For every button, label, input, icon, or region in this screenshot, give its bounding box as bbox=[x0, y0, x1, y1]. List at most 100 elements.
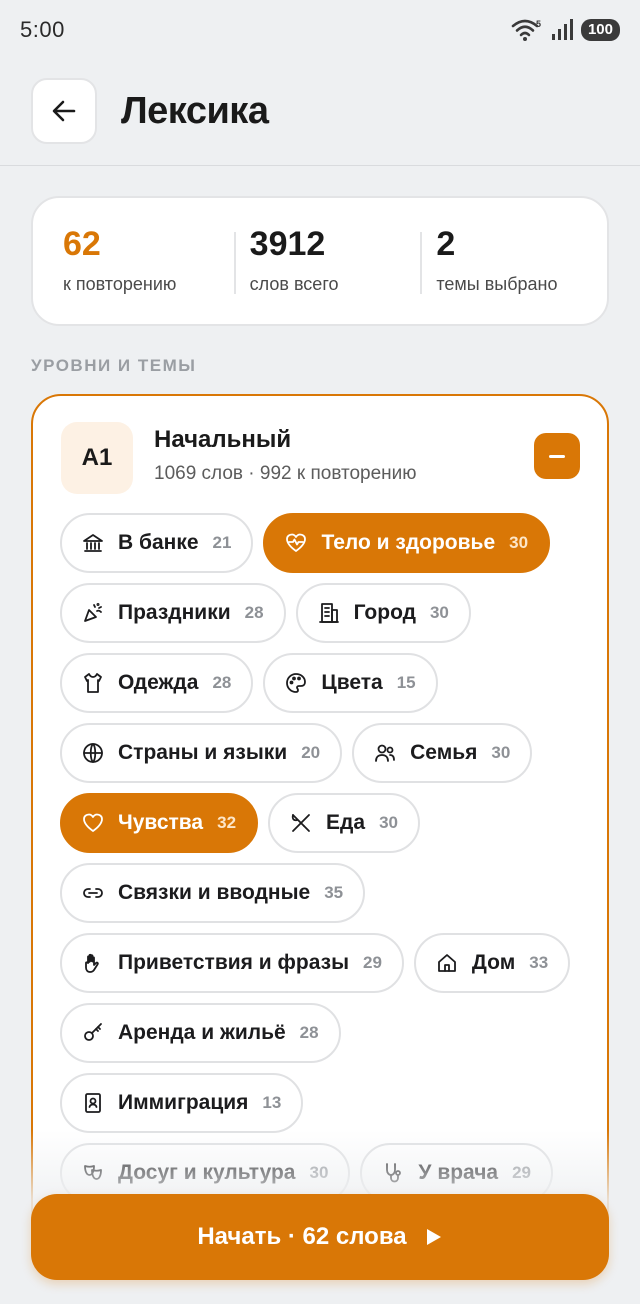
arrow-left-icon bbox=[52, 100, 76, 122]
topic-count: 32 bbox=[217, 813, 237, 832]
topic-count: 28 bbox=[212, 673, 232, 692]
topic-row: Аренда и жильё 28 bbox=[60, 1003, 590, 1063]
topic-chip-heart-pulse[interactable]: Тело и здоровье 30 bbox=[263, 513, 551, 573]
topic-chip-users[interactable]: Семья 30 bbox=[352, 723, 533, 783]
topic-label: Досуг и культура bbox=[118, 1161, 296, 1184]
collapse-button[interactable] bbox=[534, 433, 580, 479]
topic-count: 15 bbox=[396, 673, 416, 692]
topic-chip-hand[interactable]: Приветствия и фразы 29 bbox=[60, 933, 404, 993]
start-button-label: Начать · 62 слова bbox=[197, 1223, 407, 1250]
topic-chip-home[interactable]: Дом 33 bbox=[413, 933, 571, 993]
wifi-badge: 5 bbox=[536, 19, 541, 29]
topic-label: Праздники bbox=[118, 601, 231, 624]
minus-icon bbox=[549, 454, 565, 458]
topic-chip-building[interactable]: Город 30 bbox=[295, 583, 471, 643]
topic-label: Еда bbox=[326, 811, 366, 834]
shirt-icon bbox=[80, 670, 106, 696]
status-bar: 5:00 5 100 bbox=[0, 0, 640, 60]
topic-label: Семья bbox=[410, 741, 478, 764]
globe-icon bbox=[80, 740, 106, 766]
topic-chip-heart[interactable]: Чувства 32 bbox=[60, 793, 259, 853]
stat-value: 2 bbox=[436, 225, 456, 263]
utensils-icon bbox=[288, 810, 314, 836]
topic-label: Иммиграция bbox=[118, 1091, 249, 1114]
topic-count: 29 bbox=[363, 953, 382, 972]
topic-chip-globe[interactable]: Страны и языки 20 bbox=[60, 723, 343, 783]
level-subtitle: 1069 слов · 992 к повторению bbox=[154, 463, 417, 484]
level-badge: A1 bbox=[61, 422, 133, 494]
topic-count: 28 bbox=[299, 1023, 319, 1042]
topic-count: 30 bbox=[509, 533, 529, 552]
level-card: A1 Начальный 1069 слов · 992 к повторени… bbox=[31, 394, 609, 1254]
topic-count: 21 bbox=[212, 533, 232, 552]
topic-row: Одежда 28 Цвета 15 bbox=[60, 653, 590, 713]
topic-label: Одежда bbox=[118, 671, 199, 694]
stat-value: 62 bbox=[63, 225, 101, 263]
building-icon bbox=[316, 600, 342, 626]
topic-chip-party[interactable]: Праздники 28 bbox=[60, 583, 286, 643]
start-button[interactable]: Начать · 62 слова bbox=[31, 1194, 609, 1280]
palette-icon bbox=[283, 670, 309, 696]
heart-pulse-icon bbox=[283, 530, 309, 556]
topic-row: Страны и языки 20 Семья 30 bbox=[60, 723, 590, 783]
stat-value: 3912 bbox=[249, 225, 326, 263]
topic-chip-key[interactable]: Аренда и жильё 28 bbox=[60, 1003, 341, 1063]
topic-count: 30 bbox=[379, 813, 398, 832]
topic-chip-shirt[interactable]: Одежда 28 bbox=[60, 653, 254, 713]
topic-count: 30 bbox=[429, 603, 449, 622]
hand-icon bbox=[80, 950, 106, 976]
status-icons: 5 100 bbox=[511, 18, 620, 42]
stat-due: 62 к повторению bbox=[33, 198, 234, 324]
topic-chip-palette[interactable]: Цвета 15 bbox=[263, 653, 438, 713]
topic-label: Страны и языки bbox=[118, 741, 288, 764]
topic-chip-link[interactable]: Связки и вводные 35 bbox=[60, 863, 366, 923]
status-time: 5:00 bbox=[20, 17, 65, 42]
topic-label: Чувства bbox=[118, 811, 204, 834]
topic-row: В банке 21 Тело и здоровье 30 bbox=[60, 513, 590, 573]
battery-indicator: 100 bbox=[580, 19, 620, 41]
topic-count: 13 bbox=[262, 1093, 282, 1112]
party-icon bbox=[80, 600, 106, 626]
topic-label: В банке bbox=[118, 531, 199, 554]
topic-row: Иммиграция 13 bbox=[60, 1073, 590, 1133]
topic-count: 29 bbox=[512, 1163, 532, 1182]
topic-chip-passport[interactable]: Иммиграция 13 bbox=[60, 1073, 304, 1133]
key-icon bbox=[80, 1020, 106, 1046]
topic-count: 20 bbox=[301, 743, 321, 762]
topic-row: Праздники 28 Город 30 bbox=[60, 583, 590, 643]
topic-label: Тело и здоровье bbox=[321, 531, 496, 554]
topic-chip-utensils[interactable]: Еда 30 bbox=[268, 793, 420, 853]
topic-chip-bank[interactable]: В банке 21 bbox=[60, 513, 254, 573]
wifi-icon: 5 bbox=[511, 19, 541, 41]
topic-label: Город bbox=[353, 601, 416, 624]
section-label: УРОВНИ И ТЕМЫ bbox=[31, 356, 197, 375]
stats-card: 62 к повторению 3912 слов всего 2 темы в… bbox=[31, 196, 609, 326]
topic-label: Цвета bbox=[321, 671, 383, 694]
topic-label: Приветствия и фразы bbox=[118, 951, 349, 974]
topic-chips: В банке 21 Тело и здоровье 30 Праздники 28 Гор… bbox=[60, 513, 590, 1203]
stat-total: 3912 слов всего bbox=[233, 198, 421, 324]
stat-topics: 2 темы выбрано bbox=[420, 198, 607, 324]
play-icon bbox=[426, 1229, 441, 1245]
topic-count: 30 bbox=[491, 743, 511, 762]
back-button[interactable] bbox=[31, 78, 97, 144]
topic-row: Чувства 32 Еда 30 bbox=[60, 793, 590, 853]
topic-count: 28 bbox=[244, 603, 264, 622]
stethoscope-icon bbox=[380, 1160, 406, 1186]
masks-icon bbox=[80, 1160, 106, 1186]
passport-icon bbox=[80, 1090, 106, 1116]
topic-row: Приветствия и фразы 29 Дом 33 bbox=[60, 933, 590, 993]
stat-label: слов всего bbox=[249, 274, 339, 294]
bank-icon bbox=[80, 530, 106, 556]
topic-count: 33 bbox=[529, 953, 549, 972]
stat-label: темы выбрано bbox=[436, 274, 558, 294]
topic-count: 35 bbox=[324, 883, 344, 902]
home-icon bbox=[434, 950, 460, 976]
topic-row: Связки и вводные 35 bbox=[60, 863, 590, 923]
topic-label: Аренда и жильё bbox=[118, 1021, 286, 1044]
level-name: Начальный bbox=[154, 426, 292, 453]
heart-icon bbox=[80, 810, 106, 836]
stat-label: к повторению bbox=[63, 274, 177, 294]
users-icon bbox=[372, 740, 398, 766]
topic-label: Дом bbox=[471, 951, 516, 974]
